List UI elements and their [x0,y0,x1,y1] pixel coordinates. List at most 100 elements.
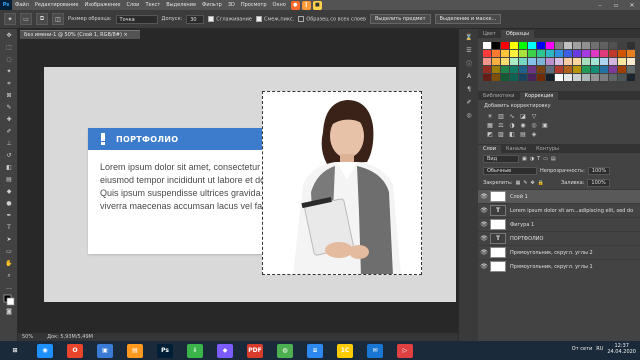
taskbar-app-icon[interactable]: PDF [247,343,263,358]
more-tools-icon[interactable]: … [2,282,16,293]
color-swatch[interactable] [564,66,572,73]
color-swatch[interactable] [573,74,581,81]
color-swatch[interactable] [510,42,518,49]
color-swatch[interactable] [564,74,572,81]
dodge-tool-icon[interactable]: ● [2,198,16,209]
filter-smart-icon[interactable]: ▤ [551,156,556,162]
color-swatch[interactable] [573,50,581,57]
color-swatch[interactable] [510,58,518,65]
photo-filter-icon[interactable]: ◉ [519,122,527,129]
move-tool-icon[interactable]: ✥ [2,30,16,41]
color-swatch[interactable] [501,50,509,57]
color-swatch[interactable] [501,42,509,49]
quick-mask-icon[interactable]: ◙ [2,306,16,317]
stop-icon[interactable]: ■ [312,0,322,10]
color-swatch[interactable] [564,58,572,65]
color-swatch[interactable] [483,58,491,65]
add-selection-icon[interactable]: ⧉ [36,13,48,25]
select-mask-button[interactable]: Выделение и маске... [434,14,502,24]
taskbar-app-icon[interactable]: O [67,343,83,358]
curves-icon[interactable]: ∿ [508,113,516,120]
color-swatch[interactable] [555,74,563,81]
taskbar-app-icon[interactable]: ▤ [127,343,143,358]
eraser-tool-icon[interactable]: ◧ [2,162,16,173]
color-swatch[interactable] [537,58,545,65]
color-swatch[interactable] [627,42,635,49]
color-swatch[interactable] [555,42,563,49]
properties-icon[interactable]: ☰ [463,45,475,55]
invert-icon[interactable]: ◩ [486,131,494,138]
lock-pixels-icon[interactable]: ▦ [516,180,521,186]
color-swatch[interactable] [627,50,635,57]
menu-type[interactable]: Текст [142,2,163,8]
taskbar-app-icon[interactable]: ◉ [37,343,53,358]
color-swatch[interactable] [546,42,554,49]
history-brush-icon[interactable]: ↺ [2,150,16,161]
color-swatch[interactable] [582,50,590,57]
color-swatch[interactable] [600,42,608,49]
color-swatch[interactable] [519,66,527,73]
color-swatch[interactable] [501,58,509,65]
hue-icon[interactable]: ▦ [486,122,494,129]
layer-row[interactable]: 👁 Прямоугольник, скругл. углы 1 [478,259,640,273]
color-swatch[interactable] [510,74,518,81]
menu-image[interactable]: Изображение [81,2,123,8]
minimize-icon[interactable]: – [592,0,608,10]
frame-tool-icon[interactable]: ⊠ [2,90,16,101]
pause-icon[interactable]: ‖ [301,0,311,10]
color-swatch[interactable] [510,66,518,73]
contiguous-checkbox[interactable]: Смеж.пикс. [255,15,294,22]
antialias-checkbox[interactable]: Сглаживание [208,15,252,22]
color-swatch[interactable] [483,50,491,57]
canvas[interactable]: ПОРТФОЛИО Lorem ipsum dolor sit amet, co… [44,67,456,302]
color-swatch[interactable] [609,74,617,81]
color-swatch[interactable] [528,58,536,65]
taskbar-app-icon[interactable]: ▣ [97,343,113,358]
color-swatch[interactable] [600,58,608,65]
crop-tool-icon[interactable]: ⌗ [2,78,16,89]
color-swatch[interactable] [618,66,626,73]
posterize-icon[interactable]: ▨ [497,131,505,138]
color-swatch[interactable] [528,50,536,57]
color-swatch[interactable] [564,50,572,57]
color-swatch[interactable] [510,50,518,57]
clock[interactable]: 12:37 24.04.2020 [607,343,636,355]
select-subject-button[interactable]: Выделить предмет [370,14,431,24]
color-swatch[interactable] [591,66,599,73]
visibility-icon[interactable]: 👁 [478,249,490,256]
color-swatch[interactable] [492,74,500,81]
color-swatch[interactable] [618,58,626,65]
taskbar-app-icon[interactable]: ▷ [397,343,413,358]
tab-color[interactable]: Цвет [478,30,501,38]
color-swatch[interactable] [582,58,590,65]
lock-paint-icon[interactable]: ✎ [523,180,527,186]
color-swatch[interactable] [618,74,626,81]
gradient-tool-icon[interactable]: ▤ [2,174,16,185]
path-select-icon[interactable]: ➤ [2,234,16,245]
color-swatch[interactable] [519,50,527,57]
visibility-icon[interactable]: 👁 [478,207,490,214]
shape-tool-icon[interactable]: ▭ [2,246,16,257]
color-swatch[interactable] [519,42,527,49]
zoom-tool-icon[interactable]: ⌕ [2,270,16,281]
color-swatch[interactable] [555,50,563,57]
color-swatch[interactable] [618,42,626,49]
tolerance-input[interactable]: 30 [186,14,205,24]
sample-size-select[interactable]: Точка [115,14,158,24]
color-swatch[interactable] [501,74,509,81]
channel-mixer-icon[interactable]: ◎ [530,122,538,129]
color-swatch[interactable] [483,66,491,73]
hand-tool-icon[interactable]: ✋ [2,258,16,269]
tab-paths[interactable]: Контуры [531,145,564,153]
color-swatch[interactable] [492,42,500,49]
color-swatch[interactable] [492,58,500,65]
levels-icon[interactable]: ▥ [497,113,505,120]
magic-wand-icon[interactable]: ✦ [4,13,16,25]
taskbar-app-icon[interactable]: Ps [157,343,173,358]
pen-tool-icon[interactable]: ✒ [2,210,16,221]
eyedropper-tool-icon[interactable]: ✎ [2,102,16,113]
color-swatch[interactable] [609,50,617,57]
color-swatch[interactable] [582,74,590,81]
color-swatch[interactable] [600,66,608,73]
healing-tool-icon[interactable]: ✚ [2,114,16,125]
